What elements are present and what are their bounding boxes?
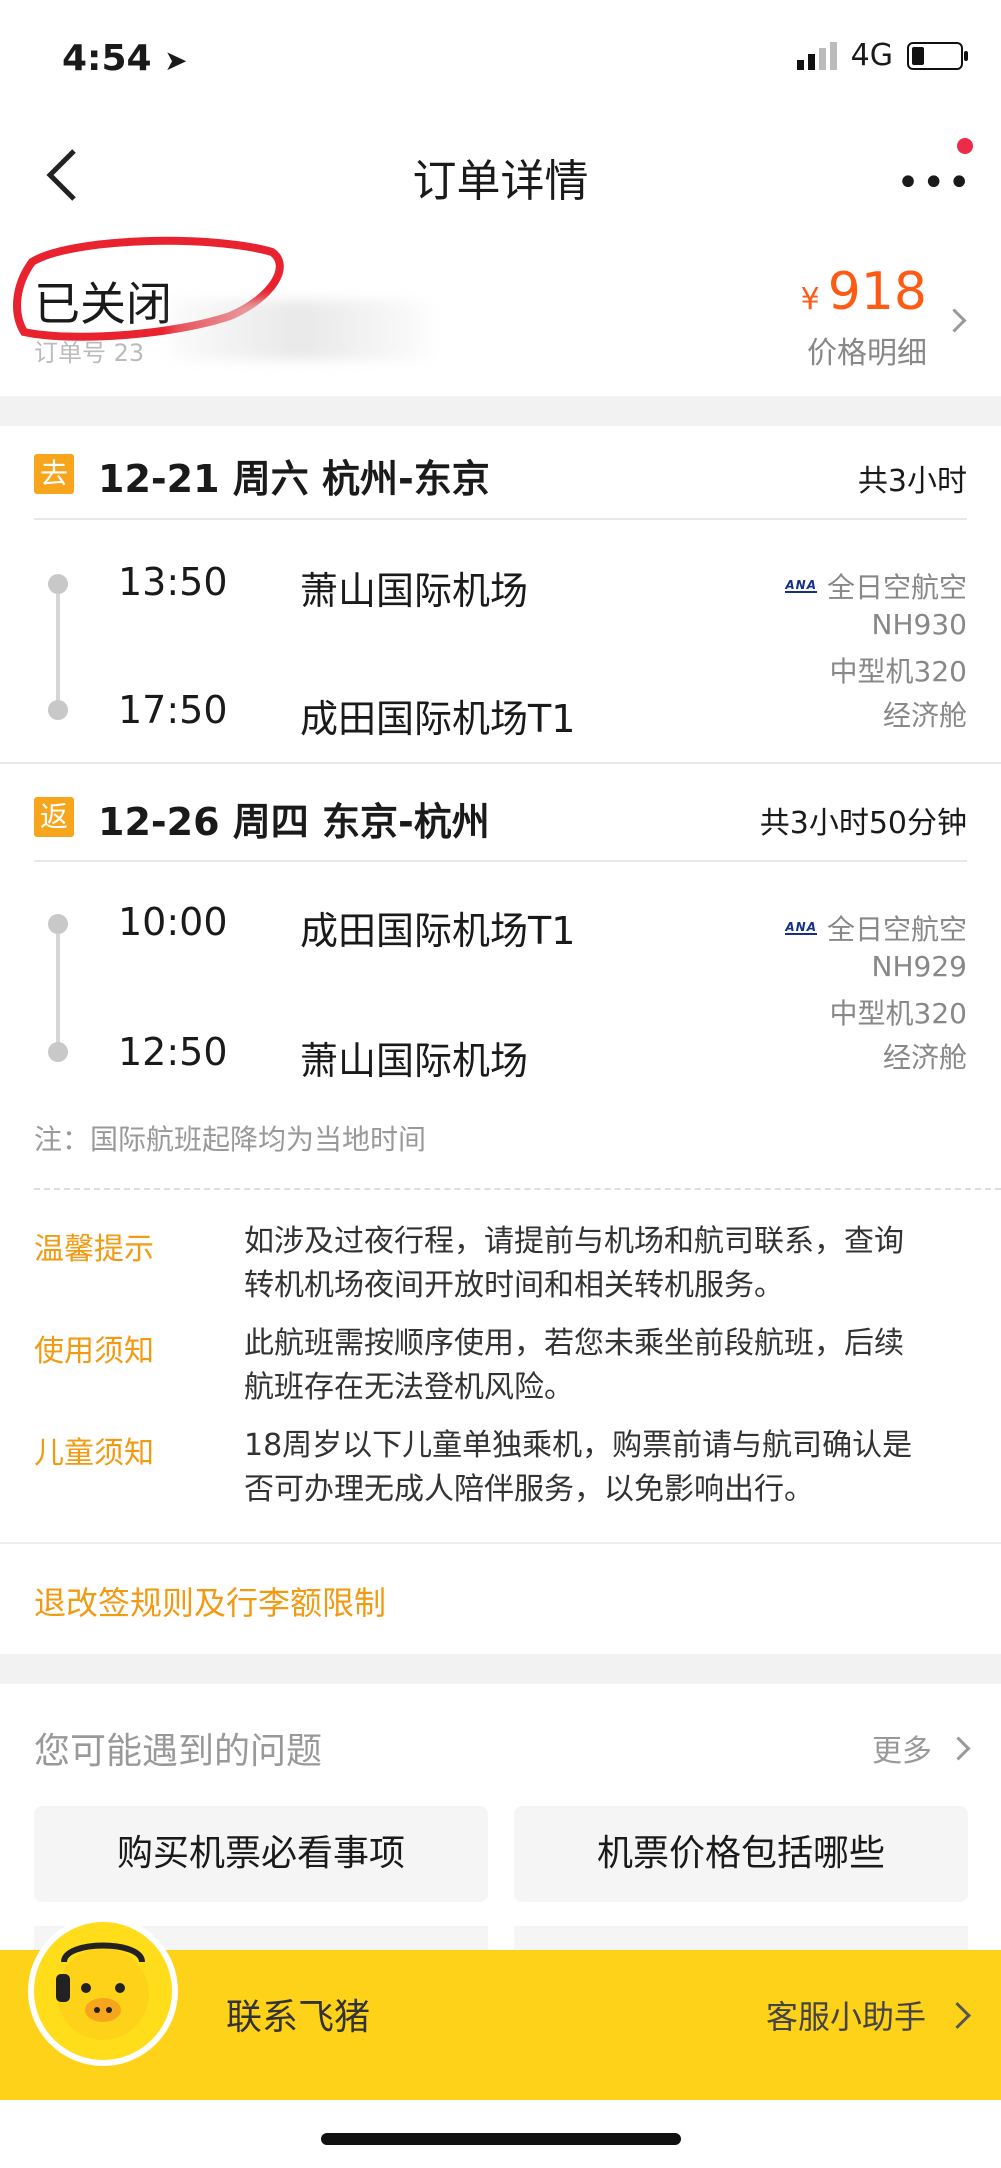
return-duration: 共3小时50分钟 — [759, 806, 967, 841]
chevron-right-icon — [942, 308, 967, 333]
outbound-flight-no: NH930 — [871, 608, 967, 641]
return-header: 12-26 周四 东京-杭州 — [98, 791, 490, 846]
return-depart-time: 10:00 — [118, 900, 228, 944]
outbound-route: 杭州-东京 — [322, 457, 490, 501]
redaction-smudge — [170, 300, 430, 360]
section-gap — [0, 396, 1001, 426]
price-detail-link[interactable]: 价格明细 — [807, 328, 927, 372]
return-badge: 返 — [34, 797, 74, 837]
section-gap — [0, 1654, 1001, 1684]
timeline-dot — [48, 574, 68, 594]
outbound-weekday: 周六 — [232, 457, 309, 501]
order-number: 订单号 23 — [34, 339, 145, 367]
tip-text-warm: 如涉及过夜行程，请提前与机场和航司联系，查询 转机机场夜间开放时间和相关转机服务。 — [244, 1224, 904, 1303]
return-depart-airport: 成田国际机场T1 — [300, 909, 576, 953]
outbound-depart-time: 13:50 — [118, 560, 228, 604]
outbound-cabin: 经济舱 — [882, 699, 967, 732]
timeline-dot — [48, 1042, 68, 1062]
tip-label-child: 儿童须知 — [34, 1436, 154, 1471]
status-time: 4:54 ➤ — [62, 38, 188, 79]
return-flight-no: NH929 — [871, 950, 967, 983]
return-arrive-airport: 萧山国际机场 — [300, 1039, 529, 1083]
divider — [0, 762, 1001, 764]
dashed-divider — [34, 1188, 1001, 1190]
timeline-dot — [48, 700, 68, 720]
home-indicator[interactable] — [321, 2133, 681, 2145]
signal-icon — [796, 41, 837, 70]
tip-label-warm: 温馨提示 — [34, 1232, 154, 1267]
outbound-arrive-time: 17:50 — [118, 688, 228, 732]
return-cabin: 经济舱 — [882, 1041, 967, 1074]
faq-more-label: 更多 — [872, 1734, 932, 1769]
return-route: 东京-杭州 — [322, 800, 490, 844]
outbound-airline: ANA 全日空航空 — [785, 566, 967, 606]
currency-symbol: ¥ — [800, 282, 820, 317]
status-indicators: 4G — [796, 38, 968, 73]
faq-title: 您可能遇到的问题 — [34, 1731, 323, 1772]
price-value: 918 — [827, 262, 927, 322]
page-title: 订单详情 — [412, 156, 589, 207]
tip-text-child: 18周岁以下儿童单独乘机，购票前请与航司确认是 否可办理无成人陪伴服务，以免影响出… — [244, 1428, 913, 1507]
return-airline-name: 全日空航空 — [826, 913, 967, 946]
customer-service-button[interactable]: 客服小助手 — [765, 1992, 971, 2038]
outbound-arrive-airport: 成田国际机场T1 — [300, 697, 576, 741]
ana-logo-icon: ANA — [785, 578, 817, 593]
outbound-badge: 去 — [34, 454, 74, 494]
divider — [34, 860, 967, 862]
notification-dot — [957, 138, 973, 154]
battery-icon — [907, 41, 968, 70]
fliggy-mascot-icon — [28, 1916, 178, 2066]
return-aircraft: 中型机320 — [829, 997, 967, 1030]
timeline-dot — [48, 914, 68, 934]
divider — [34, 518, 967, 520]
outbound-header: 12-21 周六 杭州-东京 — [98, 448, 490, 503]
outbound-aircraft: 中型机320 — [829, 655, 967, 688]
return-arrive-time: 12:50 — [118, 1030, 228, 1074]
faq-more-link[interactable]: 更多 — [872, 1726, 971, 1770]
faq-item-price[interactable]: 机票价格包括哪些 — [514, 1806, 968, 1902]
faq-item-purchase[interactable]: 购买机票必看事项 — [34, 1806, 488, 1902]
location-arrow-icon: ➤ — [164, 44, 188, 77]
return-weekday: 周四 — [232, 800, 309, 844]
assistant-label: 客服小助手 — [765, 1998, 926, 2036]
return-date: 12-26 — [98, 800, 220, 844]
network-label: 4G — [850, 38, 893, 73]
ana-logo-icon: ANA — [785, 920, 817, 935]
chevron-right-icon — [944, 2001, 971, 2029]
time-note: 注：国际航班起降均为当地时间 — [34, 1123, 427, 1156]
refund-rules-link[interactable]: 退改签规则及行李额限制 — [34, 1578, 386, 1624]
timeline-line — [56, 594, 60, 704]
divider — [0, 1542, 1001, 1544]
outbound-date: 12-21 — [98, 457, 220, 501]
return-airline: ANA 全日空航空 — [785, 908, 967, 948]
more-menu-button[interactable]: ••• — [896, 160, 973, 206]
order-price: ¥ 918 — [801, 262, 927, 322]
outbound-duration: 共3小时 — [857, 464, 967, 499]
timeline-line — [56, 934, 60, 1052]
tip-text-usage: 此航班需按顺序使用，若您未乘坐前段航班，后续 航班存在无法登机风险。 — [244, 1326, 904, 1405]
chevron-right-icon — [946, 1735, 971, 1761]
tip-label-usage: 使用须知 — [34, 1334, 154, 1369]
outbound-depart-airport: 萧山国际机场 — [300, 569, 529, 613]
contact-label: 联系飞猪 — [226, 1997, 371, 2038]
outbound-airline-name: 全日空航空 — [826, 571, 967, 604]
